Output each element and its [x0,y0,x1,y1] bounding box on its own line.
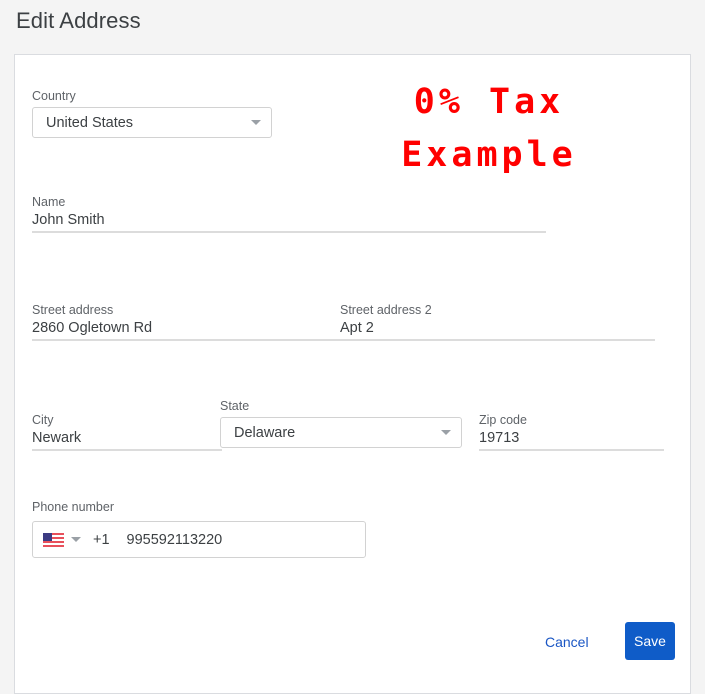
state-select[interactable]: Delaware [220,417,462,448]
city-label: City [32,413,54,427]
state-label: State [220,399,250,413]
phone-number-field: Phone number +1 [32,500,366,558]
name-input[interactable] [32,211,546,233]
page-title: Edit Address [16,8,141,33]
phone-dial-code: +1 [93,531,110,548]
phone-number-input[interactable] [126,531,327,548]
edit-address-card: Country United States Name Street addres… [14,54,691,694]
name-label: Name [32,195,66,209]
country-selected-value: United States [46,114,134,131]
save-button[interactable]: Save [625,622,675,660]
state-field: State Delaware [220,399,462,448]
street-address-2-field: Street address 2 [340,303,655,341]
city-field: City [32,413,222,451]
street-address-input[interactable] [32,319,347,341]
phone-number-label: Phone number [32,500,115,514]
street-address-field: Street address [32,303,347,341]
name-field: Name [32,195,546,233]
city-input[interactable] [32,429,222,451]
street-address-label: Street address [32,303,114,317]
chevron-down-icon [251,120,261,125]
zip-code-input[interactable] [479,429,664,451]
chevron-down-icon [441,430,451,435]
zip-code-field: Zip code [479,413,664,451]
chevron-down-icon[interactable] [71,537,81,542]
country-field: Country United States [32,89,272,138]
zip-code-label: Zip code [479,413,527,427]
street-address-2-input[interactable] [340,319,655,341]
cancel-button[interactable]: Cancel [539,630,595,654]
country-select[interactable]: United States [32,107,272,138]
state-selected-value: Delaware [234,424,296,441]
phone-number-input-group: +1 [32,521,366,558]
us-flag-icon[interactable] [43,532,64,547]
country-label: Country [32,89,76,103]
street-address-2-label: Street address 2 [340,303,432,317]
